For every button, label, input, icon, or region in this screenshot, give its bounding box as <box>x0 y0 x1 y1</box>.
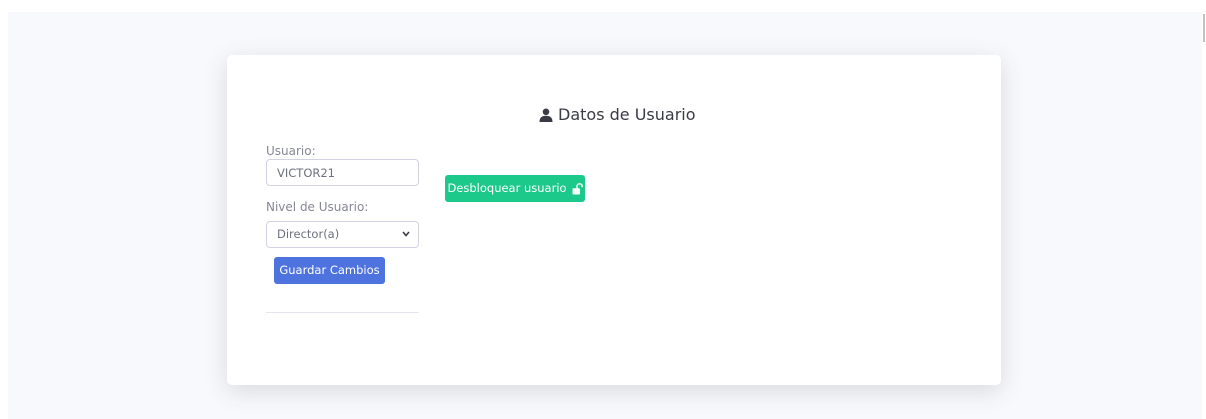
user-level-select[interactable]: Director(a) <box>266 221 419 248</box>
chevron-down-icon <box>402 231 410 237</box>
page-background: Datos de Usuario Usuario: Nivel de Usuar… <box>8 12 1202 419</box>
card-title: Datos de Usuario <box>539 105 696 124</box>
user-level-label: Nivel de Usuario: <box>266 200 369 214</box>
form-divider <box>266 312 419 313</box>
username-input[interactable] <box>266 159 419 186</box>
save-changes-button[interactable]: Guardar Cambios <box>274 257 385 284</box>
user-icon <box>539 108 553 122</box>
username-label: Usuario: <box>266 144 316 158</box>
scrollbar-track[interactable] <box>1202 0 1206 419</box>
user-level-selected: Director(a) <box>277 227 340 241</box>
user-data-card: Datos de Usuario Usuario: Nivel de Usuar… <box>227 55 1001 385</box>
unlock-icon <box>572 182 583 194</box>
card-title-text: Datos de Usuario <box>558 105 696 124</box>
unlock-user-button[interactable]: Desbloquear usuario <box>445 175 585 202</box>
scrollbar-thumb[interactable] <box>1203 14 1205 42</box>
unlock-user-label: Desbloquear usuario <box>447 181 567 195</box>
